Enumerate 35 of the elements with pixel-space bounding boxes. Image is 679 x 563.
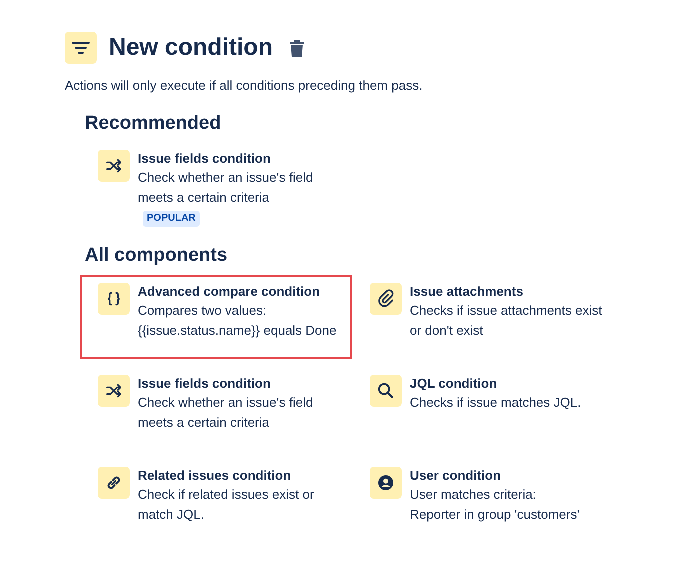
component-title: User condition	[410, 466, 502, 484]
panel-title: New condition	[109, 33, 273, 63]
trash-icon[interactable]	[289, 39, 305, 57]
component-description: Check if related issues exist or match JQL.	[138, 486, 314, 524]
filter-icon	[65, 32, 97, 64]
shuffle-icon	[98, 374, 130, 406]
section-heading: All components	[85, 244, 229, 268]
link-icon	[98, 466, 130, 498]
user-icon	[370, 466, 402, 498]
component-description: Checks if issue attachments exist or don't exist	[410, 302, 602, 340]
component-title: Issue fields condition	[138, 374, 272, 392]
search-icon	[370, 374, 402, 406]
component-card[interactable]: Related issues condition Check if related issues exist or match JQL.	[80, 458, 352, 542]
component-card[interactable]: User condition User matches criteria: Reporter in group 'customers'	[352, 458, 624, 542]
paperclip-icon	[370, 282, 402, 314]
component-card[interactable]: Issue fields condition Check whether an issue's field meets a certain criteria	[80, 366, 352, 450]
component-description: Compares two values: {{issue.status.name}} equals Done	[138, 302, 337, 340]
component-description: Check whether an issue's field meets a certain criteria	[138, 169, 314, 207]
component-description: User matches criteria: Reporter in group 'customers'	[410, 486, 580, 524]
component-title: Advanced compare condition	[138, 282, 322, 300]
component-title: JQL condition	[410, 374, 498, 392]
section-heading: Recommended	[85, 112, 222, 136]
highlighted-component-card[interactable]: Advanced compare condition Compares two values: {{issue.status.name}} equals Done	[80, 274, 352, 358]
component-title: Issue attachments	[410, 282, 524, 300]
component-card[interactable]: JQL condition Checks if issue matches JQL.	[352, 366, 624, 450]
popular-badge: POPULAR	[143, 211, 200, 227]
component-description: Checks if issue matches JQL.	[410, 394, 582, 412]
component-description: Check whether an issue's field meets a certain criteria	[138, 394, 314, 432]
component-card[interactable]: Issue attachments Checks if issue attachments exist or don't exist	[352, 274, 624, 358]
component-card[interactable]: Issue fields condition Check whether an issue's field meets a certain criteria POPULAR	[80, 142, 352, 226]
component-title: Related issues condition	[138, 466, 292, 484]
shuffle-icon	[98, 150, 130, 182]
component-title: Issue fields condition	[138, 150, 272, 168]
subtitle: Actions will only execute if all conditions preceding them pass.	[65, 77, 424, 95]
braces-icon	[98, 282, 130, 314]
